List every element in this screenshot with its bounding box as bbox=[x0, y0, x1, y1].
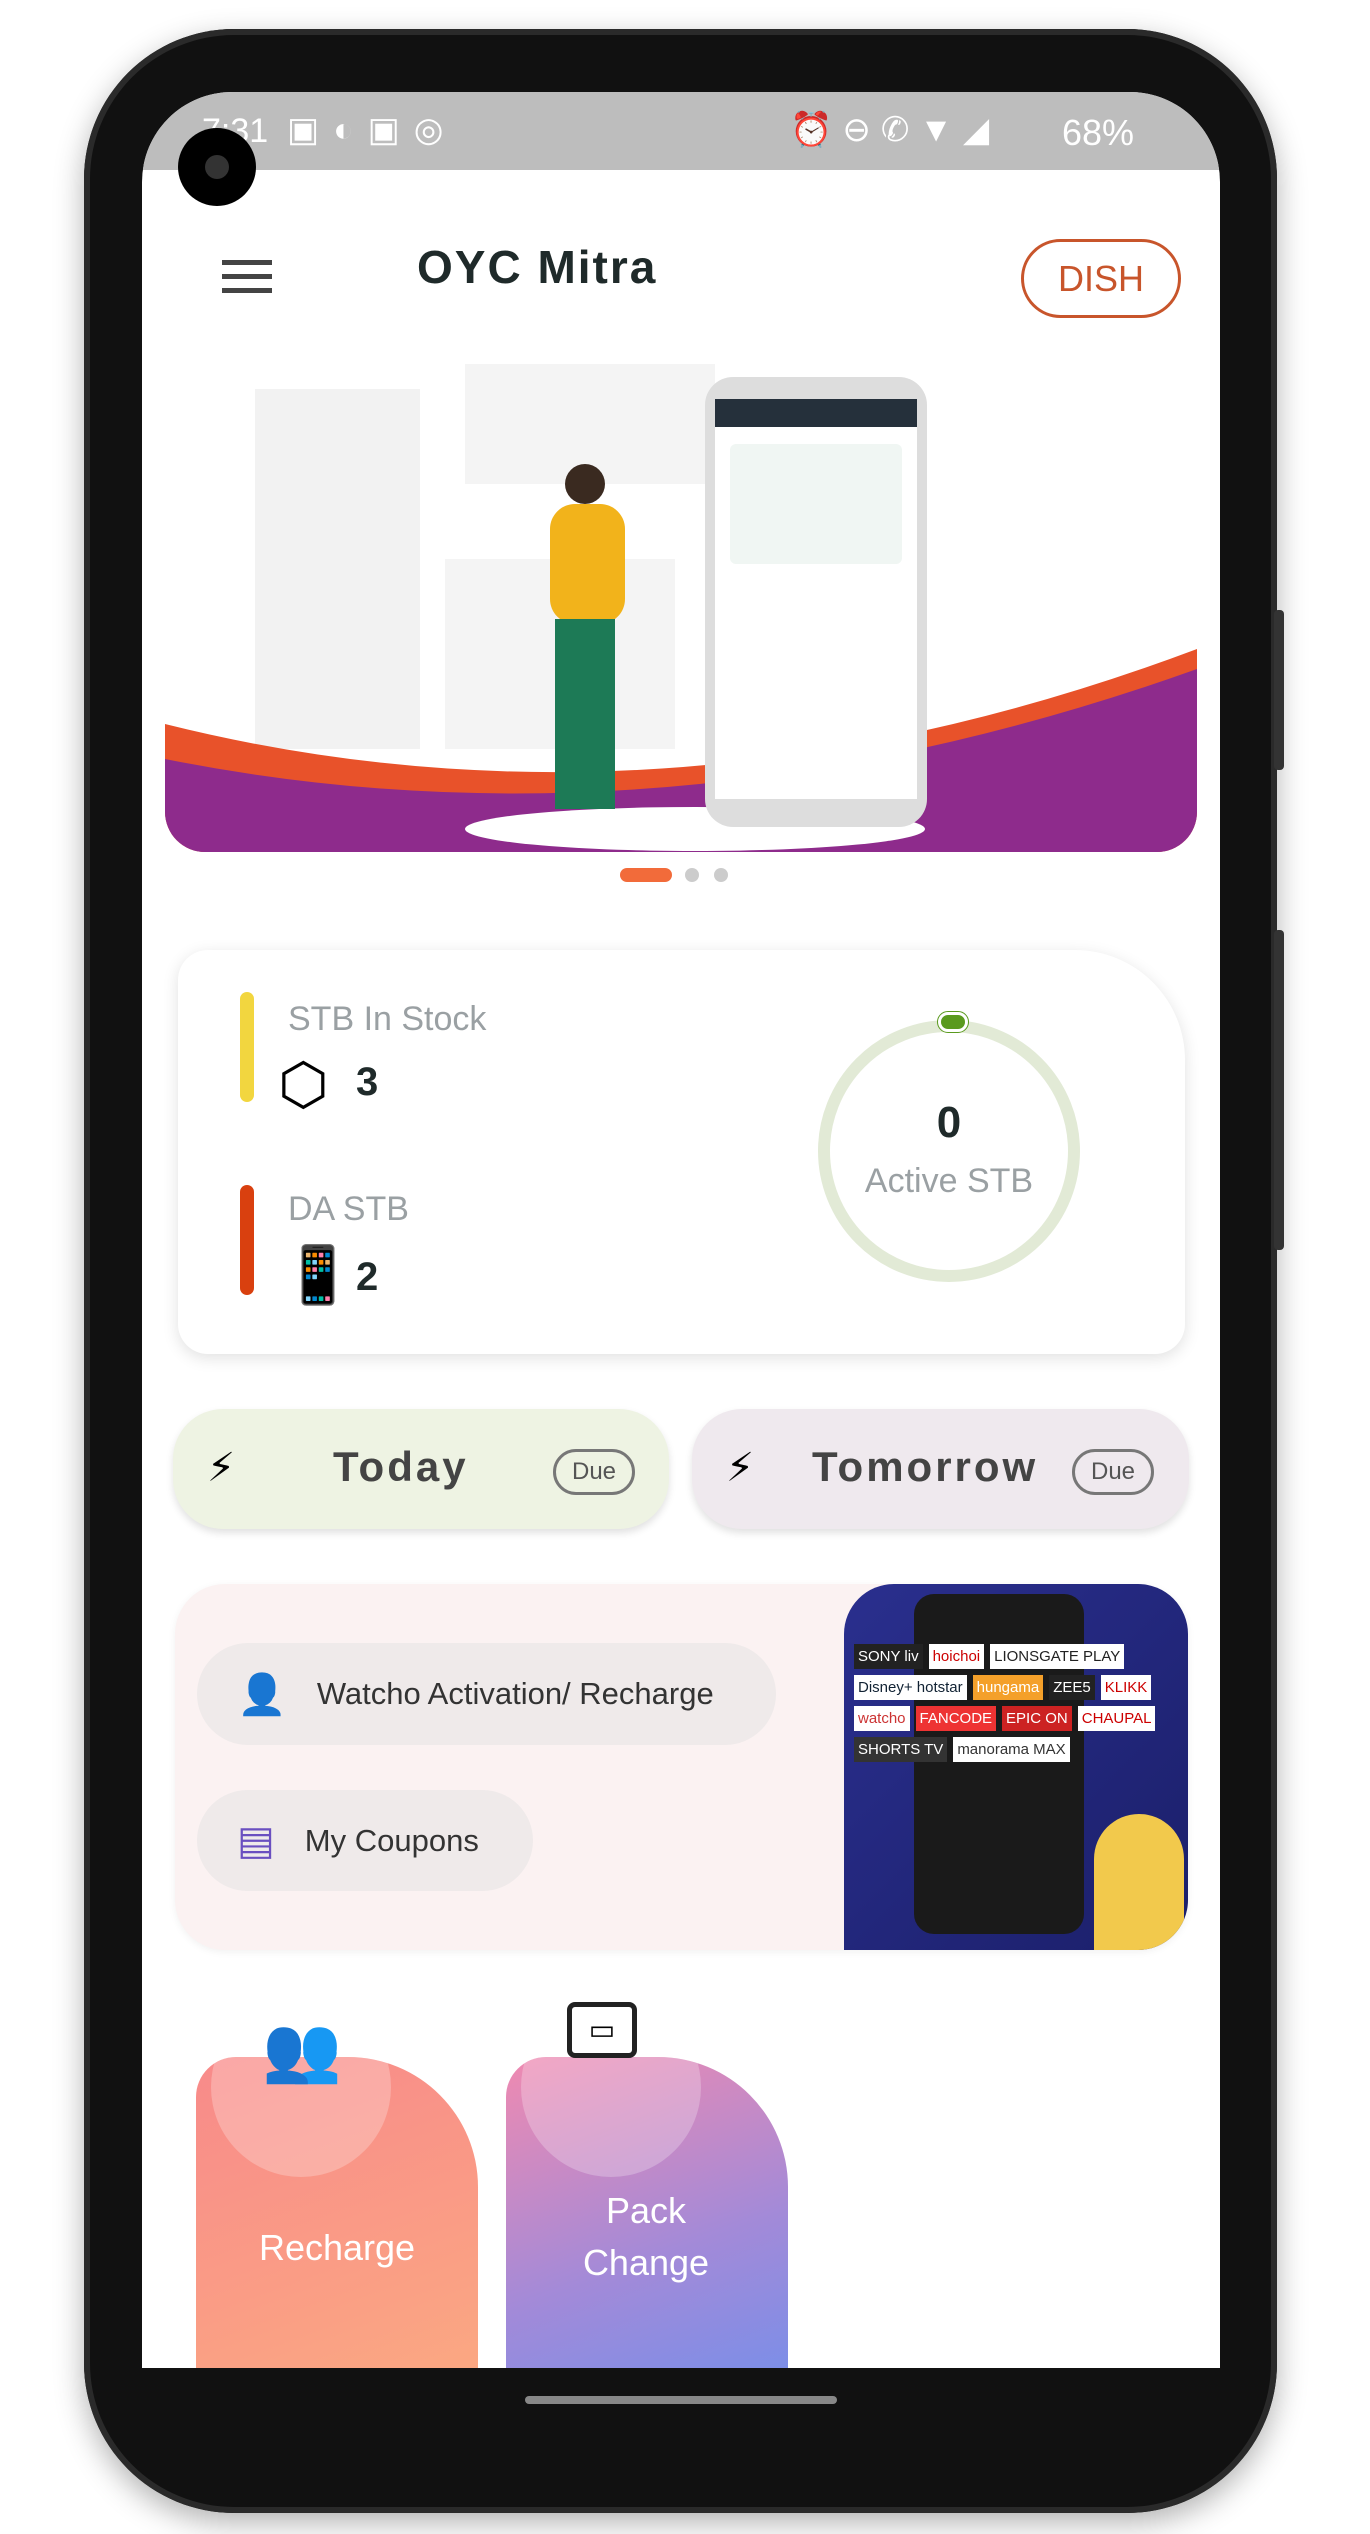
tomorrow-label: Tomorrow bbox=[812, 1443, 1039, 1490]
da-stb-label: DA STB bbox=[288, 1190, 409, 1228]
promo-person bbox=[1094, 1814, 1184, 1950]
active-stb-ring bbox=[818, 1020, 1080, 1282]
banner-carousel[interactable] bbox=[165, 359, 1197, 852]
boxes-icon: ⬡ bbox=[278, 1052, 329, 1117]
phone-scan-icon: 📱 bbox=[283, 1243, 353, 1306]
brand-button[interactable]: DISH bbox=[1021, 239, 1181, 318]
tv-remote-icon: ▭ bbox=[567, 2002, 637, 2058]
ring-progress-knob bbox=[937, 1011, 969, 1033]
stb-in-stock-label: STB In Stock bbox=[288, 1000, 487, 1038]
carousel-dot[interactable] bbox=[714, 868, 728, 882]
banner-illustration bbox=[165, 364, 1197, 852]
front-camera bbox=[178, 128, 256, 206]
user-search-icon: 👤 bbox=[237, 1672, 287, 1717]
due-badge: Due bbox=[1072, 1449, 1155, 1495]
watcho-label: Watcho Activation/ Recharge bbox=[316, 1676, 714, 1711]
coupons-label: My Coupons bbox=[304, 1822, 479, 1858]
due-badge: Due bbox=[553, 1449, 636, 1495]
watcho-promo-image[interactable]: SONY liv hoichoi LIONSGATE PLAY Disney+ … bbox=[844, 1584, 1188, 1950]
pack-change-tile[interactable]: Pack Change bbox=[506, 2057, 788, 2368]
carousel-dot-active[interactable] bbox=[620, 868, 672, 882]
services-card: 👤 Watcho Activation/ Recharge ▤ My Coupo… bbox=[175, 1584, 1188, 1950]
active-stb-value: 0 bbox=[936, 1098, 962, 1147]
carousel-dot[interactable] bbox=[685, 868, 699, 882]
status-bar: 7:31 ▣◐▣◎ ⏰⊖✆▼◢ 68% bbox=[142, 92, 1220, 170]
power-button bbox=[1274, 930, 1284, 1250]
tomorrow-due-button[interactable]: ⚡︎ Tomorrow Due bbox=[692, 1409, 1189, 1529]
my-coupons-button[interactable]: ▤ My Coupons bbox=[197, 1790, 533, 1891]
coupon-icon: ▤ bbox=[237, 1818, 275, 1863]
volume-button bbox=[1274, 610, 1284, 770]
watcho-activation-button[interactable]: 👤 Watcho Activation/ Recharge bbox=[197, 1643, 776, 1745]
home-indicator[interactable] bbox=[525, 2396, 837, 2404]
today-due-button[interactable]: ⚡︎ Today Due bbox=[173, 1409, 669, 1529]
notification-icons: ▣◐▣◎ bbox=[287, 111, 458, 149]
screen: 7:31 ▣◐▣◎ ⏰⊖✆▼◢ 68% OYC Mitra DISH STB I… bbox=[142, 92, 1220, 2368]
system-icons: ⏰⊖✆▼◢ bbox=[790, 111, 1000, 149]
stb-in-stock-value: 3 bbox=[356, 1060, 379, 1104]
stb-stats-card: STB In Stock ⬡ 3 DA STB 📱 2 0 Active STB bbox=[178, 950, 1185, 1354]
pack-change-label: Pack Change bbox=[582, 2190, 710, 2283]
ott-logos: SONY liv hoichoi LIONSGATE PLAY Disney+ … bbox=[854, 1644, 1174, 1762]
menu-icon[interactable] bbox=[222, 260, 272, 294]
da-stb-value: 2 bbox=[356, 1255, 379, 1299]
lightning-icon: ⚡︎ bbox=[726, 1446, 755, 1490]
today-label: Today bbox=[333, 1443, 469, 1490]
lightning-icon: ⚡︎ bbox=[207, 1446, 236, 1490]
battery-text: 68% bbox=[1062, 112, 1135, 153]
da-indicator-bar bbox=[240, 1185, 254, 1295]
recharge-label: Recharge bbox=[258, 2227, 416, 2268]
recharge-tile[interactable]: Recharge bbox=[196, 2057, 478, 2368]
stock-indicator-bar bbox=[240, 992, 254, 1102]
active-stb-label: Active STB bbox=[864, 1162, 1034, 1200]
page-title: OYC Mitra bbox=[417, 241, 658, 293]
people-group-icon: 👥 bbox=[262, 2013, 342, 2085]
